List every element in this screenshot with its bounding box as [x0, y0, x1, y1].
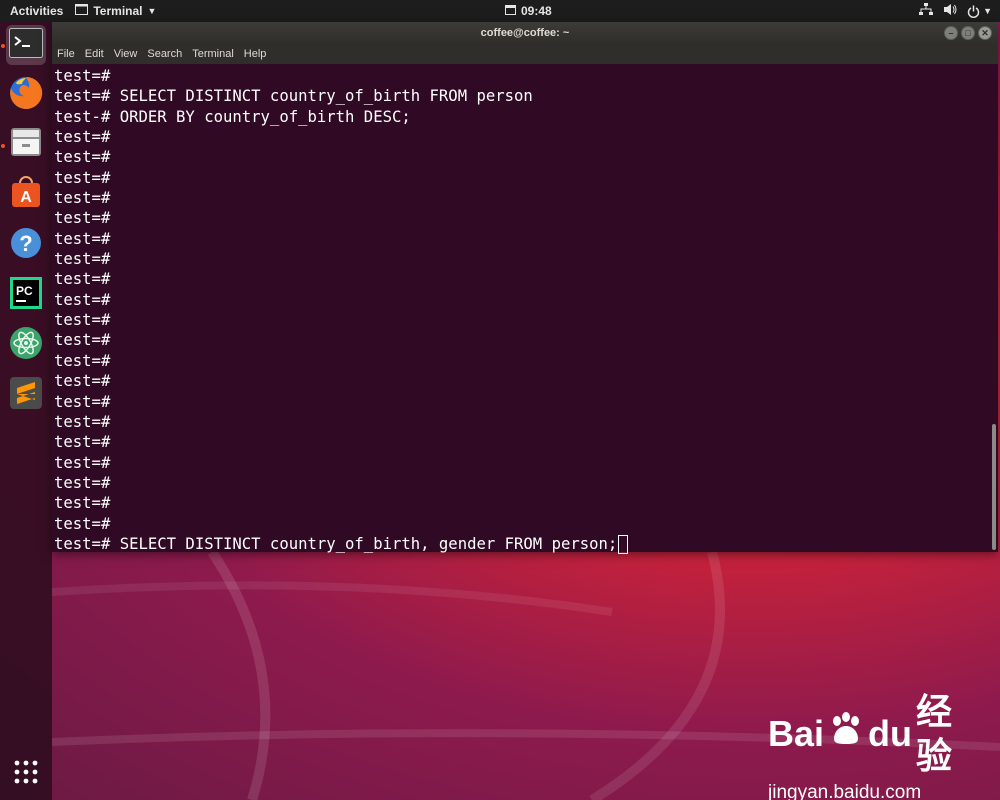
chevron-down-icon: ▼	[147, 6, 157, 16]
minimize-icon: –	[948, 27, 954, 38]
terminal-line: test=#	[54, 514, 111, 533]
terminal-line: test-# ORDER BY country_of_birth DESC;	[54, 107, 411, 126]
terminal-line: test=# SELECT DISTINCT country_of_birth …	[54, 87, 533, 106]
terminal-small-icon	[75, 4, 89, 18]
menu-terminal[interactable]: Terminal	[192, 48, 234, 60]
system-tray[interactable]: ▼	[919, 0, 992, 22]
dock-pycharm[interactable]: PC	[6, 275, 46, 315]
top-bar: Activities Terminal ▼ 09:48 ▼	[0, 0, 1000, 22]
terminal-line: test=#	[54, 270, 111, 289]
window-title: coffee@coffee: ~	[480, 27, 570, 39]
terminal-line: test=#	[54, 189, 111, 208]
scrollbar[interactable]	[988, 64, 998, 552]
terminal-line: test=#	[54, 331, 111, 350]
terminal-line: test=#	[54, 168, 111, 187]
paw-icon	[828, 711, 864, 757]
volume-icon[interactable]	[943, 3, 957, 19]
svg-text:?: ?	[19, 231, 32, 256]
power-icon[interactable]: ▼	[967, 5, 992, 18]
atom-icon	[9, 326, 43, 365]
dock: A ? PC	[0, 22, 52, 800]
maximize-button[interactable]: □	[961, 26, 975, 40]
show-applications-icon	[13, 759, 39, 790]
window-controls: – □ ✕	[944, 26, 992, 40]
files-icon	[9, 125, 43, 164]
svg-text:A: A	[20, 189, 32, 206]
dock-firefox[interactable]	[6, 75, 46, 115]
svg-text:PC: PC	[16, 284, 33, 298]
minimize-button[interactable]: –	[944, 26, 958, 40]
terminal-line: test=#	[54, 433, 111, 452]
menu-help[interactable]: Help	[244, 48, 267, 60]
terminal-line: test=#	[54, 250, 111, 269]
chevron-down-icon: ▼	[983, 6, 992, 16]
running-indicator	[1, 44, 5, 48]
terminal-line: test=#	[54, 148, 111, 167]
network-icon[interactable]	[919, 3, 934, 19]
help-icon: ?	[9, 226, 43, 265]
dock-show-applications[interactable]	[6, 754, 46, 794]
terminal-line: test=#	[54, 372, 111, 391]
terminal-line: test=#	[54, 473, 111, 492]
terminal-line: test=#	[54, 290, 111, 309]
window-titlebar[interactable]: coffee@coffee: ~ – □ ✕	[52, 22, 998, 44]
terminal-line: test=#	[54, 494, 111, 513]
terminal-line: test=#	[54, 209, 111, 228]
running-indicator	[1, 144, 5, 148]
terminal-line: test=#	[54, 453, 111, 472]
baidu-watermark: Bai du 经验 jingyan.baidu.com	[768, 690, 978, 800]
terminal-line: test=#	[54, 392, 111, 411]
baidu-url: jingyan.baidu.com	[768, 782, 922, 800]
terminal-line: test=#	[54, 311, 111, 330]
dock-sublime-text[interactable]	[6, 375, 46, 415]
pycharm-icon: PC	[9, 276, 43, 315]
terminal-line: test=#	[54, 229, 111, 248]
dock-help[interactable]: ?	[6, 225, 46, 265]
app-menu[interactable]: Terminal ▼	[75, 4, 156, 18]
software-center-icon: A	[9, 175, 43, 214]
sublime-text-icon	[9, 376, 43, 415]
menu-view[interactable]: View	[114, 48, 138, 60]
terminal-line: test=#	[54, 351, 111, 370]
close-button[interactable]: ✕	[978, 26, 992, 40]
clock[interactable]: 09:48	[505, 0, 552, 22]
baidu-logo-text: Bai	[768, 713, 825, 754]
activities-button[interactable]: Activities	[0, 4, 73, 18]
close-icon: ✕	[981, 27, 989, 38]
dock-files[interactable]	[6, 124, 46, 164]
terminal-current-line[interactable]: test=# SELECT DISTINCT country_of_birth,…	[54, 534, 988, 554]
terminal-line: test=#	[54, 67, 111, 85]
maximize-icon: □	[965, 27, 971, 38]
terminal-output[interactable]: test=# test=# SELECT DISTINCT country_of…	[52, 64, 988, 554]
dock-software-center[interactable]: A	[6, 174, 46, 214]
menu-search[interactable]: Search	[147, 48, 182, 60]
terminal-icon	[9, 27, 43, 63]
clock-time: 09:48	[521, 4, 552, 18]
dock-terminal[interactable]	[6, 25, 46, 65]
baidu-logo-text2: du	[868, 713, 913, 754]
dock-atom[interactable]	[6, 325, 46, 365]
menu-file[interactable]: File	[57, 48, 75, 60]
baidu-logo: Bai du 经验	[768, 690, 978, 778]
menu-edit[interactable]: Edit	[85, 48, 104, 60]
app-menu-label: Terminal	[93, 4, 143, 18]
terminal-line: test=#	[54, 128, 111, 147]
menu-bar: File Edit View Search Terminal Help	[52, 44, 998, 64]
terminal-window[interactable]: coffee@coffee: ~ – □ ✕ File Edit View Se…	[52, 22, 998, 554]
terminal-line: test=#	[54, 412, 111, 431]
firefox-icon	[8, 75, 44, 116]
baidu-logo-cn: 经验	[916, 691, 953, 776]
text-cursor	[618, 534, 629, 554]
terminal-current-command: test=# SELECT DISTINCT country_of_birth,…	[54, 534, 618, 553]
calendar-icon	[505, 4, 516, 18]
scrollbar-thumb[interactable]	[992, 424, 996, 550]
